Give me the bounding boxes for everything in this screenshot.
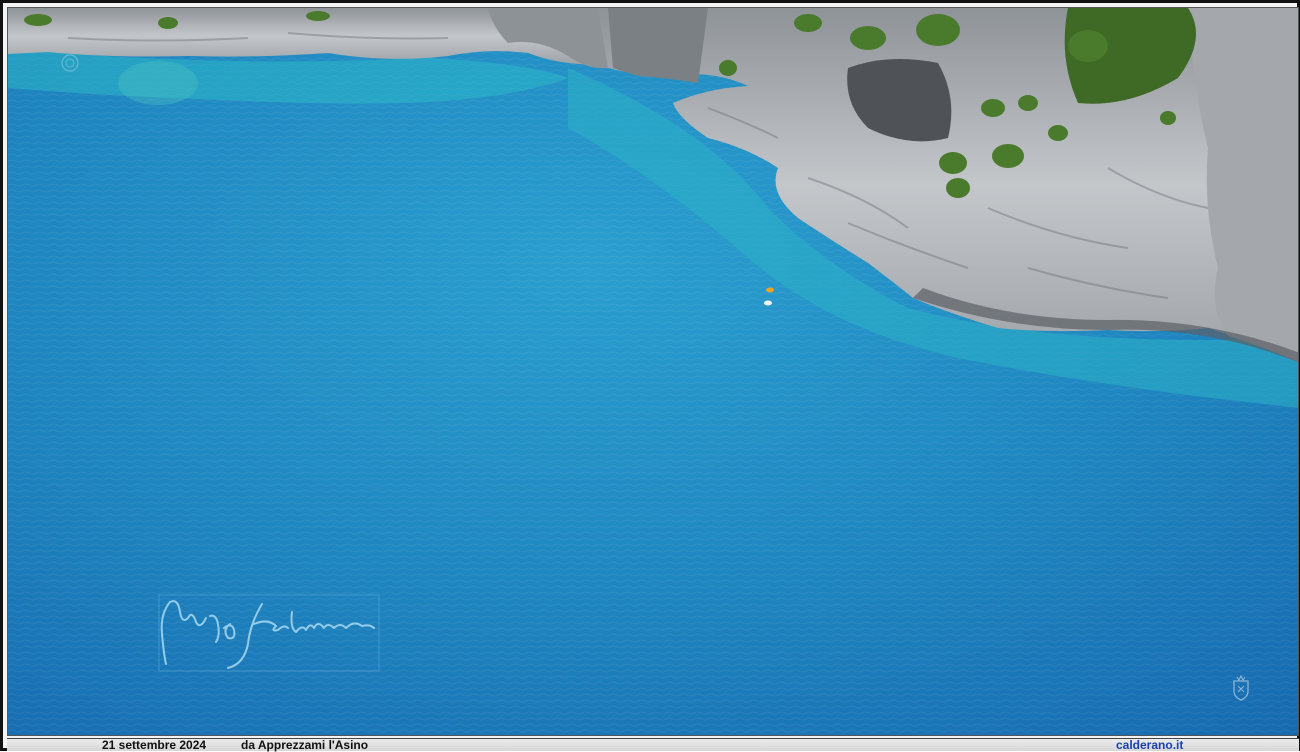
signature-watermark — [158, 594, 380, 672]
kayak-orange — [766, 287, 774, 293]
shallow-patch — [118, 61, 198, 105]
aerial-sea-photo — [7, 7, 1299, 736]
kayak-white — [764, 300, 772, 306]
crest-watermark-icon — [1233, 675, 1249, 701]
caption-source: da Apprezzami l'Asino — [241, 738, 369, 752]
seal-watermark-icon — [61, 54, 79, 72]
caption-bar: 21 settembre 2024 da Apprezzami l'Asino … — [7, 738, 1299, 751]
site-link[interactable]: calderano.it — [1116, 739, 1183, 751]
photo-frame: 21 settembre 2024 da Apprezzami l'Asino … — [0, 0, 1300, 751]
caption-date: 21 settembre 2024 — [102, 738, 207, 752]
